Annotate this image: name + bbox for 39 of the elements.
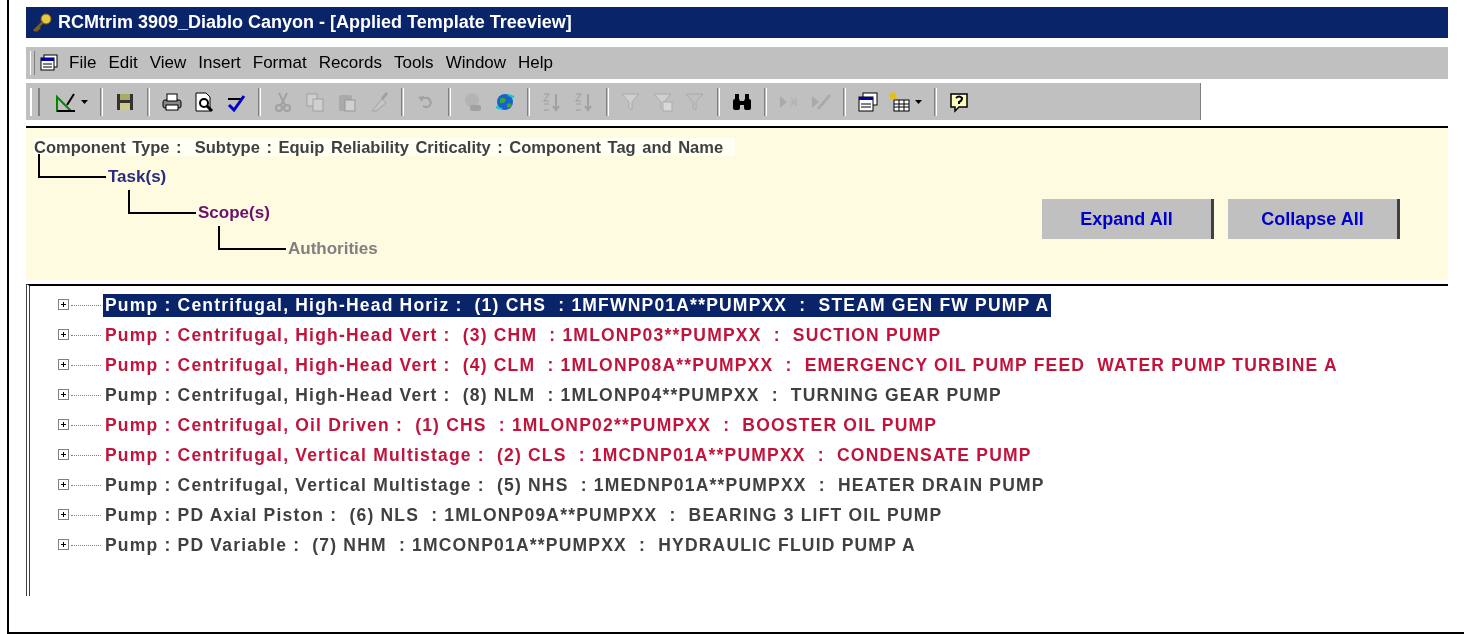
- tree-item[interactable]: Pump : Centrifugal, High-Head Horiz : (1) CHS : 1MFWNP01A**PUMPXX : STEAM GEN FW PUMP A: [103, 293, 1052, 317]
- window-icon[interactable]: [857, 90, 879, 113]
- menu-item[interactable]: Records: [314, 53, 390, 73]
- preview-icon[interactable]: [193, 90, 215, 113]
- toolbar-grip[interactable]: [30, 87, 40, 116]
- menu-item[interactable]: Help: [514, 53, 562, 73]
- menu-item[interactable]: Insert: [194, 53, 249, 73]
- menu-item[interactable]: Format: [248, 53, 315, 73]
- connector-line: [218, 226, 286, 250]
- tree-button[interactable]: Expand All: [1042, 199, 1214, 239]
- tree-item[interactable]: Pump : Centrifugal, Vertical Multistage : (5) NHS : 1MEDNP01A**PUMPXX : HEATER DRAIN PUMP: [103, 473, 1047, 497]
- connector-line: [38, 154, 106, 178]
- legend-header: Component Type : Subtype : Equip Reliability Criticality : Component Tag and Name: [34, 138, 736, 156]
- menu-item[interactable]: Edit: [104, 53, 146, 73]
- legend-level: Authorities: [288, 239, 378, 259]
- legend-level: Scope(s): [198, 203, 270, 223]
- form-icon[interactable]: [39, 53, 59, 73]
- menu-item[interactable]: Window: [441, 53, 515, 73]
- tree-item[interactable]: Pump : Centrifugal, High-Head Vert : (8) NLM : 1MLONP04**PUMPXX : TURNING GEAR PUMP: [103, 383, 1004, 407]
- print-icon[interactable]: [161, 90, 183, 113]
- tree-item[interactable]: Pump : Centrifugal, High-Head Vert : (3) CHM : 1MLONP03**PUMPXX : SUCTION PUMP: [103, 323, 944, 347]
- help-icon[interactable]: [948, 90, 970, 113]
- tree-item[interactable]: Pump : PD Axial Piston : (6) NLS : 1MLONP09A**PUMPXX : BEARING 3 LIFT OIL PUMP: [103, 503, 945, 527]
- new-object-icon[interactable]: [889, 90, 911, 113]
- tree-item[interactable]: Pump : PD Variable : (7) NHM : 1MCONP01A**PUMPXX : HYDRAULIC FLUID PUMP A: [103, 533, 918, 557]
- menu-item[interactable]: Tools: [389, 53, 442, 73]
- tree-item[interactable]: Pump : Centrifugal, High-Head Vert : (4) CLM : 1MLONP08A**PUMPXX : EMERGENCY OIL PUMP FEED WATER PUMP TURBINE A: [103, 353, 1340, 377]
- caret-icon[interactable]: [915, 98, 923, 105]
- menu-item[interactable]: View: [145, 53, 195, 73]
- menu-grip[interactable]: [30, 51, 35, 75]
- legend-level: Task(s): [108, 167, 167, 187]
- connector-line: [128, 190, 196, 214]
- caret-icon[interactable]: [81, 98, 89, 105]
- window-title: RCMtrim 3909_Diablo Canyon - [Applied Template Treeview]: [58, 12, 572, 33]
- menu-item[interactable]: File: [65, 53, 105, 73]
- tree-button[interactable]: Collapse All: [1228, 199, 1400, 239]
- tree-item[interactable]: Pump : Centrifugal, Oil Driven : (1) CHS : 1MLONP02**PUMPXX : BOOSTER OIL PUMP: [103, 413, 940, 437]
- key-icon: [32, 12, 52, 33]
- tree-item[interactable]: Pump : Centrifugal, Vertical Multistage : (2) CLS : 1MCDNP01A**PUMPXX : CONDENSATE PUMP: [103, 443, 1034, 467]
